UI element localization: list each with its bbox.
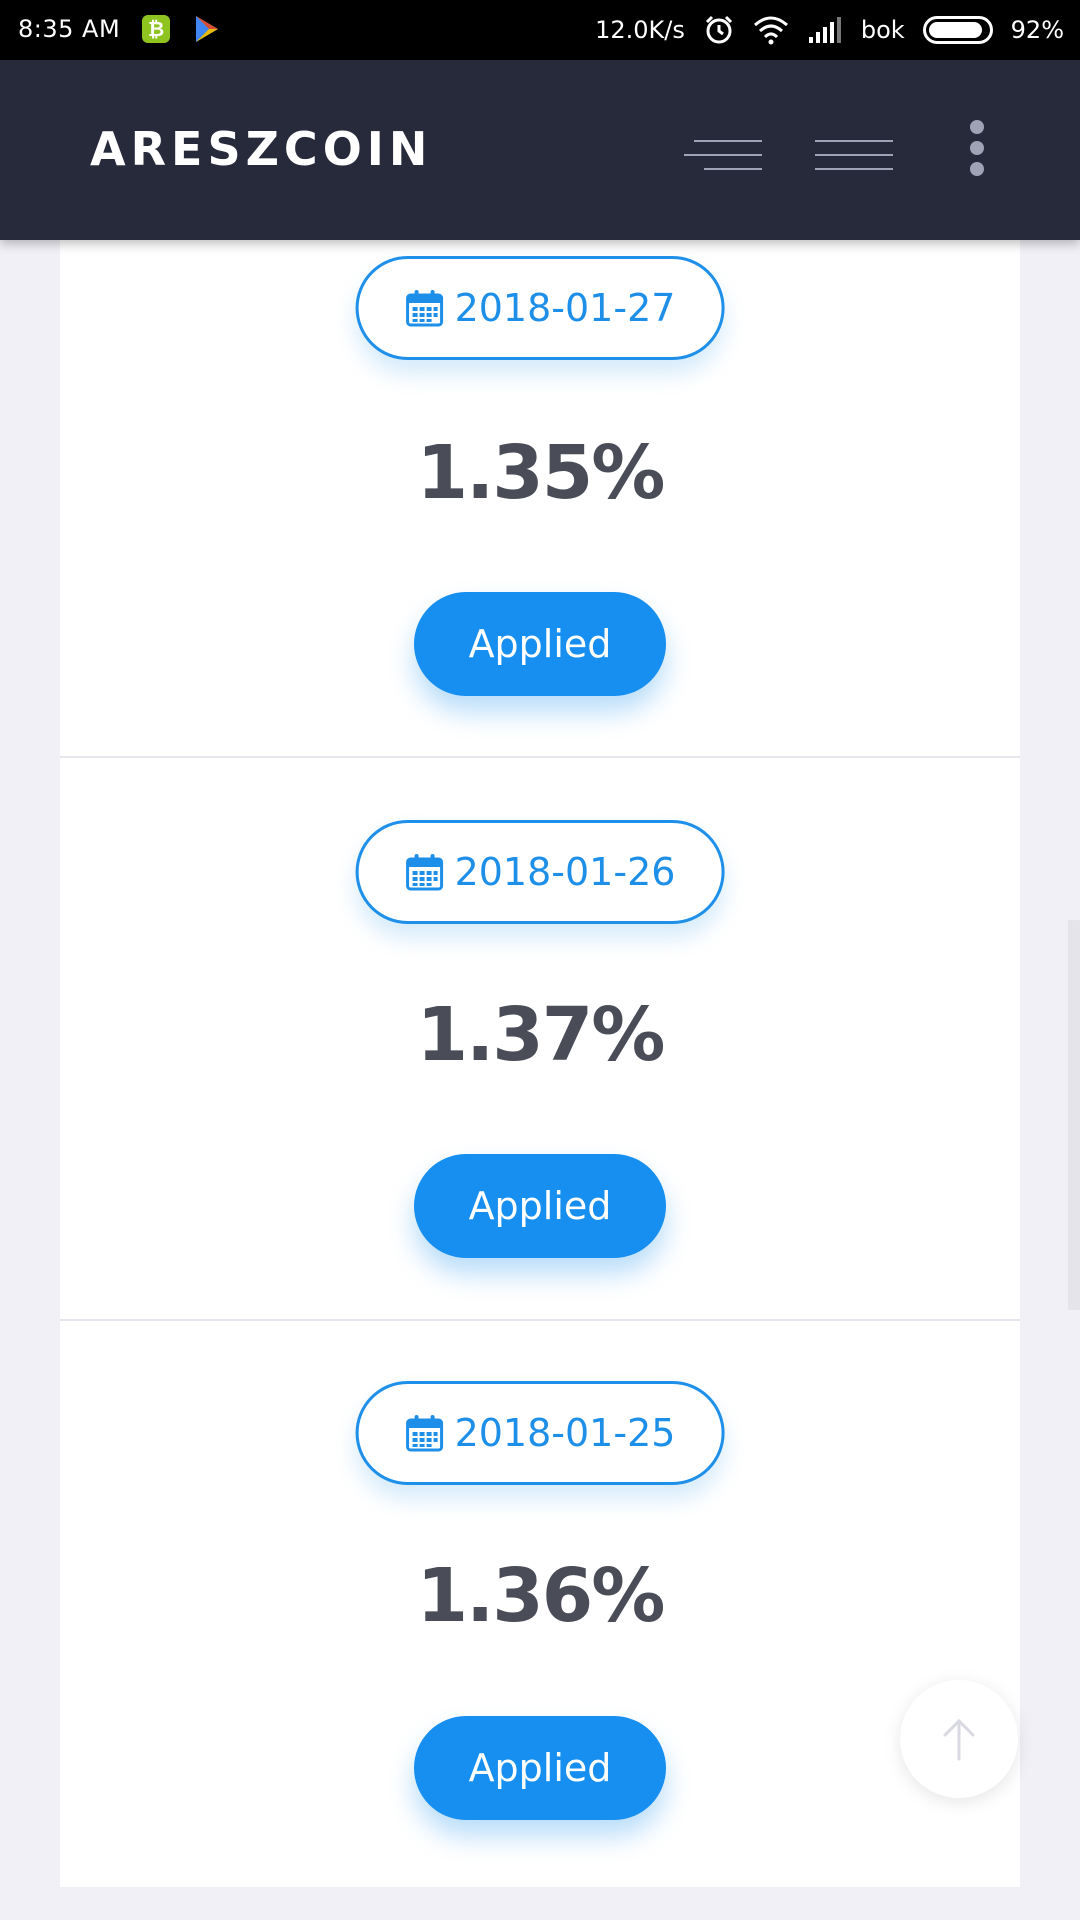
bitcoin-icon: ₿ [142,15,171,43]
rate-value: 1.36% [416,1553,666,1639]
signal-icon [808,17,841,43]
battery-percent: 92% [1010,16,1064,44]
rate-value: 1.35% [416,430,666,516]
date-label: 2018-01-26 [454,850,676,894]
battery-icon [922,16,993,44]
more-vertical-icon[interactable] [964,120,990,182]
battery-level [928,22,983,38]
app-header: ARESZCOIN [0,60,1080,240]
alarm-icon [705,15,732,44]
applied-button[interactable]: Applied [414,1716,666,1820]
date-badge: 2018-01-27 [355,256,725,360]
menu-lines-icon[interactable] [684,130,764,180]
date-badge: 2018-01-26 [355,820,725,924]
carrier-label: bok [860,16,905,44]
rate-value: 1.37% [416,992,666,1078]
status-bar: 8:35 AM ₿ 12.0K/s bok 92% [0,0,1080,60]
brand-logo[interactable]: ARESZCOIN [90,122,432,176]
date-label: 2018-01-25 [454,1411,676,1455]
calendar-icon [406,854,444,891]
applied-button[interactable]: Applied [414,1154,666,1258]
menu-lines-icon[interactable] [815,130,895,180]
calendar-icon [406,1415,444,1452]
date-label: 2018-01-27 [454,286,676,330]
calendar-icon [406,290,444,327]
rates-list[interactable]: 2018-01-27 1.35% Applied 2018-01-26 1.37… [60,240,1020,1887]
status-time: 8:35 AM [18,15,121,43]
arrow-up-icon [943,1718,975,1761]
list-item: 2018-01-27 1.35% Applied [60,240,1020,758]
play-store-icon [196,16,219,42]
scrollbar[interactable] [1068,920,1080,1310]
network-speed: 12.0K/s [595,16,685,44]
list-item: 2018-01-26 1.37% Applied [60,758,1020,1321]
applied-button[interactable]: Applied [414,592,666,696]
list-item: 2018-01-25 1.36% Applied [60,1321,1020,1887]
date-badge: 2018-01-25 [355,1381,725,1485]
back-to-top-button[interactable] [900,1680,1018,1798]
wifi-icon [753,16,788,45]
